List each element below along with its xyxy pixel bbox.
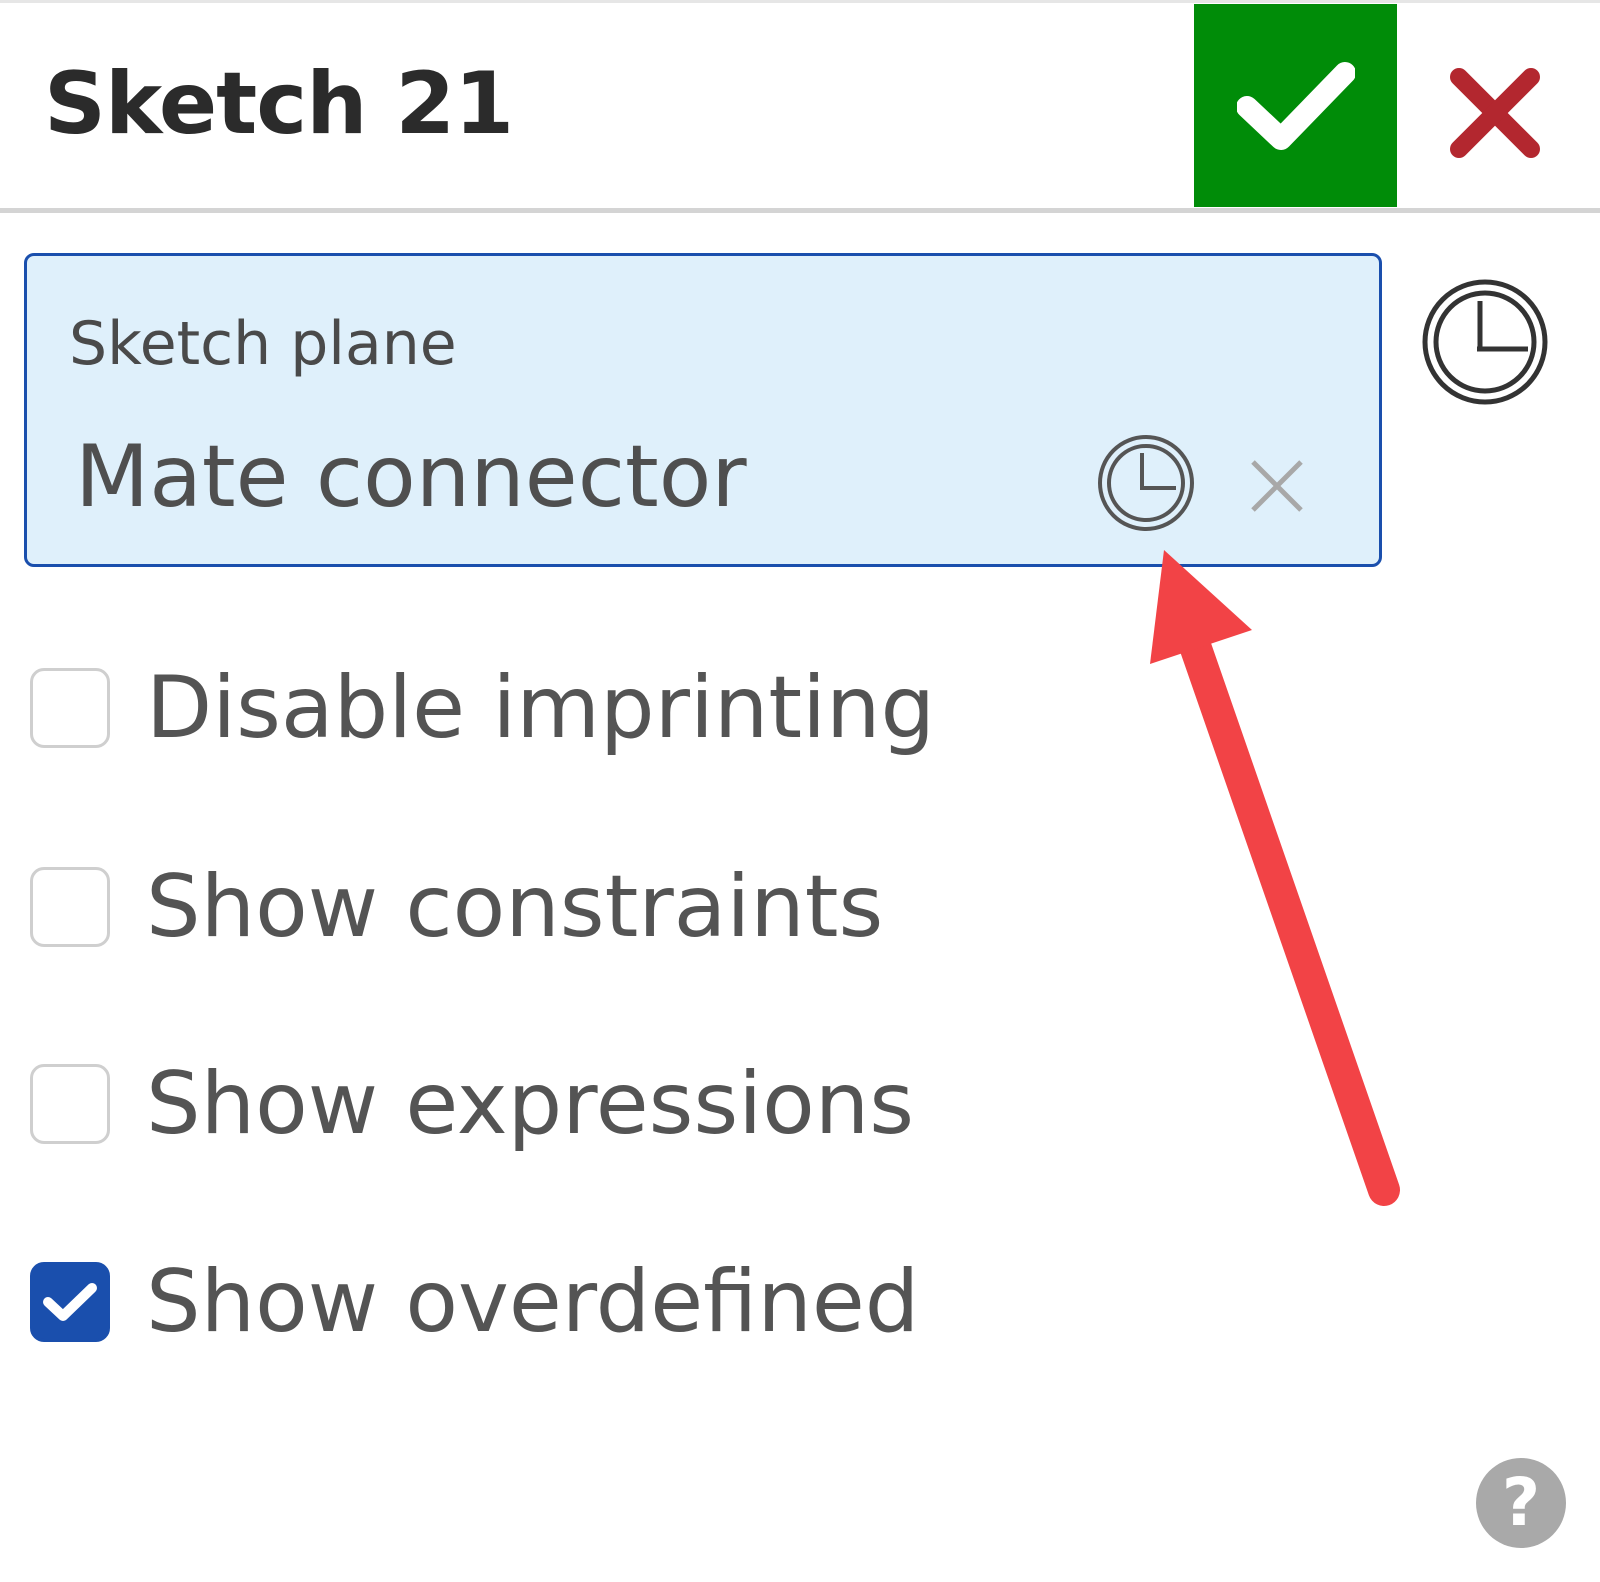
checkmark-icon (1236, 61, 1355, 150)
sketch-plane-selection-field[interactable]: Sketch plane Mate connector (24, 253, 1382, 567)
help-button[interactable]: ? (1476, 1458, 1566, 1548)
show-overdefined-label: Show overdefined (146, 1252, 920, 1352)
help-icon: ? (1501, 1464, 1541, 1541)
accept-button[interactable] (1194, 4, 1397, 207)
show-expressions-checkbox[interactable] (30, 1064, 110, 1144)
option-disable-imprinting[interactable]: Disable imprinting (30, 663, 935, 753)
close-icon (1450, 68, 1540, 158)
disable-imprinting-checkbox[interactable] (30, 668, 110, 748)
show-constraints-checkbox[interactable] (30, 867, 110, 947)
rollback-history-icon[interactable] (1420, 277, 1550, 407)
dialog-header: Sketch 21 (0, 3, 1600, 207)
cancel-button[interactable] (1440, 58, 1550, 168)
dialog-title: Sketch 21 (44, 54, 514, 154)
option-show-expressions[interactable]: Show expressions (30, 1059, 914, 1149)
disable-imprinting-label: Disable imprinting (146, 658, 936, 758)
sketch-plane-value: Mate connector (75, 427, 747, 527)
clock-icon[interactable] (1096, 433, 1196, 533)
header-divider (0, 208, 1600, 213)
sketch-feature-dialog: Sketch 21 Sketch plane Mate connector Di… (0, 0, 1600, 1582)
option-show-constraints[interactable]: Show constraints (30, 862, 883, 952)
sketch-plane-label: Sketch plane (69, 309, 457, 379)
checkmark-icon (43, 1283, 97, 1321)
show-overdefined-checkbox[interactable] (30, 1262, 110, 1342)
show-expressions-label: Show expressions (146, 1054, 915, 1154)
show-constraints-label: Show constraints (146, 857, 884, 957)
option-show-overdefined[interactable]: Show overdefined (30, 1257, 919, 1347)
clear-selection-icon[interactable] (1247, 456, 1307, 516)
